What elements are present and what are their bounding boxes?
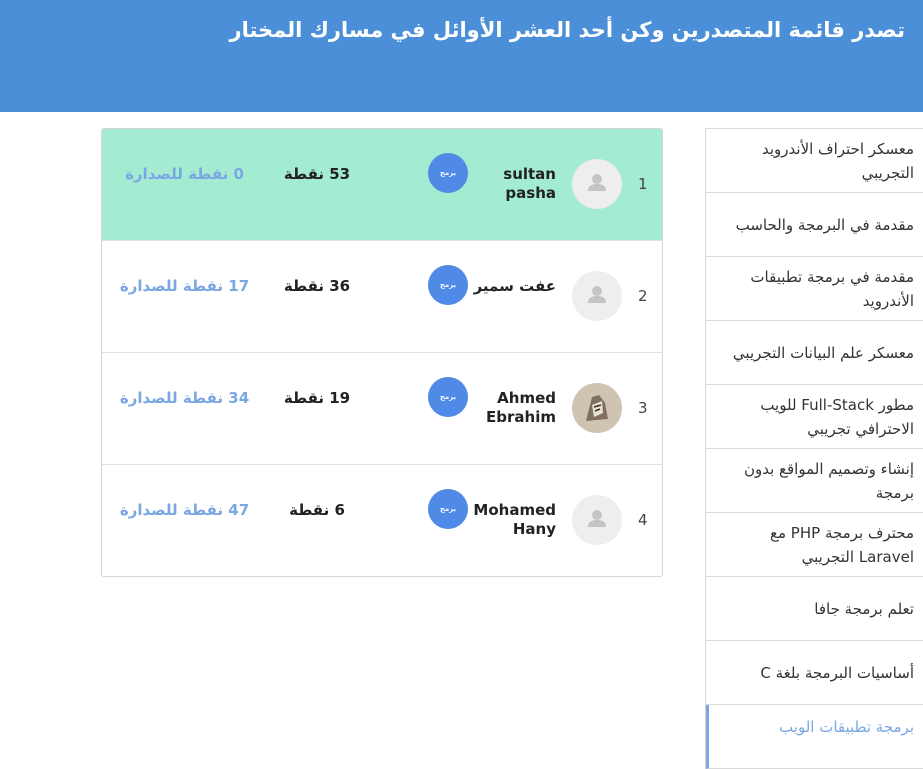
sidebar-item-java[interactable]: تعلم برمجة جافا — [706, 577, 923, 641]
leaderboard-row: 2 عفت سمير برمج 36 نقطة 17 نقطة للصدارة — [102, 241, 662, 353]
page-title: تصدر قائمة المتصدرين وكن أحد العشر الأوا… — [229, 18, 905, 42]
default-avatar-icon[interactable] — [572, 495, 622, 545]
user-points: 36 نقطة — [283, 277, 351, 295]
default-avatar-icon[interactable] — [572, 159, 622, 209]
badge-label: برمج — [439, 505, 457, 513]
sidebar-item-web-apps[interactable]: برمجة تطبيقات الويب — [706, 705, 923, 769]
sidebar-item-intro-programming[interactable]: مقدمة في البرمجة والحاسب — [706, 193, 923, 257]
badge-label: برمج — [439, 281, 457, 289]
sidebar-item-intro-android[interactable]: مقدمة في برمجة تطبيقات الأندرويد — [706, 257, 923, 321]
user-name[interactable]: Ahmed Ebrahim — [466, 389, 556, 427]
points-to-top: 0 نقطة للصدارة — [125, 165, 244, 183]
page-header: تصدر قائمة المتصدرين وكن أحد العشر الأوا… — [0, 0, 923, 112]
leaderboard: 1 sultan pasha برمج 53 نقطة 0 نقطة للصدا… — [101, 128, 663, 577]
user-points: 19 نقطة — [283, 389, 351, 407]
default-avatar-icon[interactable] — [572, 271, 622, 321]
badge-label: برمج — [439, 169, 457, 177]
coder-badge-icon: برمج — [428, 265, 468, 305]
points-to-top: 47 نقطة للصدارة — [119, 501, 250, 519]
sidebar-item-no-code-websites[interactable]: إنشاء وتصميم المواقع بدون برمجة — [706, 449, 923, 513]
coder-badge-icon: برمج — [428, 489, 468, 529]
user-name[interactable]: Mohamed Hany — [466, 501, 556, 539]
user-name[interactable]: عفت سمير — [466, 277, 556, 296]
user-points: 6 نقطة — [289, 501, 345, 519]
track-sidebar: معسكر احتراف الأندرويد التجريبي مقدمة في… — [705, 128, 923, 769]
user-name[interactable]: sultan pasha — [466, 165, 556, 203]
points-to-top: 17 نقطة للصدارة — [119, 277, 250, 295]
sidebar-item-data-science[interactable]: معسكر علم البيانات التجريبي — [706, 321, 923, 385]
leaderboard-row: 4 Mohamed Hany برمج 6 نقطة 47 نقطة للصدا… — [102, 465, 662, 576]
coder-badge-icon: برمج — [428, 153, 468, 193]
rank-number: 4 — [638, 511, 648, 529]
sidebar-item-fullstack-web[interactable]: مطور Full-Stack للويب الاحترافي تجريبي — [706, 385, 923, 449]
coder-badge-icon: برمج — [428, 377, 468, 417]
user-photo[interactable] — [572, 383, 622, 433]
badge-label: برمج — [439, 393, 457, 401]
points-to-top: 34 نقطة للصدارة — [119, 389, 250, 407]
sidebar-item-php-laravel[interactable]: محترف برمجة PHP مع Laravel التجريبي — [706, 513, 923, 577]
rank-number: 1 — [638, 175, 648, 193]
sidebar-item-android-bootcamp[interactable]: معسكر احتراف الأندرويد التجريبي — [706, 129, 923, 193]
leaderboard-row: 3 Ahmed Ebrahim برمج 19 نقطة 34 نقطة للص… — [102, 353, 662, 465]
leaderboard-row: 1 sultan pasha برمج 53 نقطة 0 نقطة للصدا… — [102, 129, 662, 241]
user-points: 53 نقطة — [283, 165, 351, 183]
rank-number: 2 — [638, 287, 648, 305]
rank-number: 3 — [638, 399, 648, 417]
sidebar-item-c-basics[interactable]: أساسيات البرمجة بلغة C — [706, 641, 923, 705]
